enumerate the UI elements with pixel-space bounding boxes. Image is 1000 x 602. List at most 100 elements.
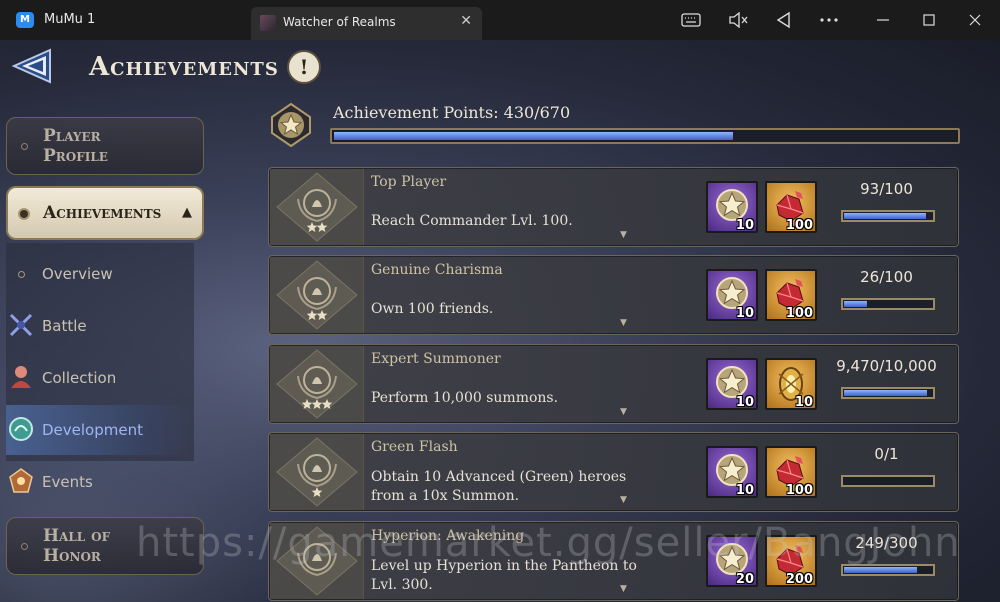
achievement-title: Top Player [371,174,447,190]
nav-player-profile-label: Player Profile [43,126,108,166]
achievement-progress-fill [844,390,927,396]
achievement-points-reward[interactable]: 10 [706,269,758,321]
chevron-down-icon[interactable]: ▼ [620,318,627,328]
achievement-row[interactable]: Genuine Charisma Own 100 friends. ▼ 10 100 26… [268,255,959,335]
tab-label: Watcher of Realms [283,15,396,29]
title-bar: M MuMu 1 Watcher of Realms ✕ [0,0,1000,40]
app-name: MuMu 1 [44,12,96,27]
achievement-description: Perform 10,000 summons. [371,390,559,406]
reward-amount: 10 [735,483,754,498]
laurel-emblem-icon [276,526,358,596]
reward-amount: 100 [785,483,813,498]
subnav-battle[interactable]: Battle [6,301,194,351]
achievement-row[interactable]: Top Player Reach Commander Lvl. 100. ▼ 10 10… [268,167,959,247]
reward-amount: 100 [785,218,813,233]
achievement-description: Level up Hyperion in the Pantheon to Lvl… [371,558,637,593]
achievement-progress-text: 249/300 [855,534,918,552]
reward-amount: 10 [735,218,754,233]
keyboard-icon[interactable] [680,9,702,31]
development-icon [9,417,33,441]
chevron-down-icon[interactable]: ▼ [620,230,627,240]
achievement-progress-fill [844,301,867,307]
overview-dot-icon [18,271,25,278]
achievement-points-reward[interactable]: 20 [706,535,758,587]
achievement-emblem [270,346,364,422]
laurel-emblem-icon [276,172,358,242]
achievement-description: Reach Commander Lvl. 100. [371,213,573,229]
subnav-development-label: Development [42,421,143,439]
nav-achievements-label: Achievements [43,203,162,223]
item-reward[interactable]: 100 [765,446,817,498]
collection-icon [11,366,31,388]
page-title: Achievements [89,52,279,82]
mute-icon[interactable] [727,9,749,31]
back-icon[interactable] [772,9,794,31]
crossed-swords-icon [9,313,33,337]
achievement-emblem [270,169,364,245]
reward-amount: 20 [735,572,754,587]
achievement-points-reward[interactable]: 10 [706,181,758,233]
chevron-down-icon[interactable]: ▼ [620,495,627,505]
achievement-points-fill [334,132,733,140]
achievement-points-bar [330,128,960,144]
achievement-row[interactable]: Hyperion: Awakening Level up Hyperion in … [268,521,959,601]
subnav-overview[interactable]: Overview [6,249,194,299]
laurel-emblem-icon [276,349,358,419]
points-label-text: Achievement Points: [333,103,499,122]
back-arrow-button[interactable] [10,46,58,86]
nav-achievements[interactable]: Achievements ▲ [6,186,204,240]
chevron-down-icon[interactable]: ▼ [620,584,627,594]
game-icon [260,15,276,31]
achievement-progress-bar [841,475,935,487]
subnav-events-label: Events [42,473,93,491]
achievement-progress-text: 0/1 [874,445,899,463]
subnav-collection-label: Collection [42,369,117,387]
reward-amount: 10 [735,395,754,410]
nav-active-dot-icon [18,208,30,220]
item-reward[interactable]: 100 [765,269,817,321]
achievement-row[interactable]: Green Flash Obtain 10 Advanced (Green) he… [268,432,959,512]
info-button[interactable]: ! [287,50,321,84]
achievement-description: Obtain 10 Advanced (Green) heroes from a… [371,469,627,504]
achievements-subnav: Overview Battle Collection Development E… [6,243,194,493]
achievement-progress-fill [844,213,926,219]
achievement-row[interactable]: Expert Summoner Perform 10,000 summons. ▼ 1… [268,344,959,424]
events-icon [9,468,33,493]
subnav-overview-label: Overview [42,265,113,283]
close-icon[interactable] [964,9,986,31]
subnav-collection[interactable]: Collection [6,353,194,403]
chevron-down-icon[interactable]: ▼ [620,407,627,417]
achievement-progress-bar [841,387,935,399]
achievement-progress-text: 9,470/10,000 [836,357,937,375]
laurel-emblem-icon [276,437,358,507]
reward-amount: 100 [785,306,813,321]
item-reward[interactable]: 10 [765,358,817,410]
achievement-progress-text: 93/100 [860,180,913,198]
achievement-emblem [270,523,364,599]
reward-amount: 10 [735,306,754,321]
achievement-emblem [270,257,364,333]
achievement-progress-bar [841,564,935,576]
achievement-progress-fill [844,567,917,573]
subnav-events[interactable]: Events [6,457,194,507]
achievement-title: Green Flash [371,439,458,455]
achievement-points-reward[interactable]: 10 [706,358,758,410]
achievement-points-label: Achievement Points: 430/670 [333,103,570,122]
item-reward[interactable]: 100 [765,181,817,233]
nav-hall-of-honor[interactable]: Hall of Honor [6,517,204,575]
nav-player-profile[interactable]: Player Profile [6,117,204,175]
minimize-icon[interactable] [872,9,894,31]
achievement-title: Genuine Charisma [371,262,503,278]
tab-watcher-of-realms[interactable]: Watcher of Realms ✕ [251,7,482,40]
mumu-logo-icon: M [16,12,34,28]
achievement-points-reward[interactable]: 10 [706,446,758,498]
maximize-icon[interactable] [918,9,940,31]
nav-hall-of-honor-label: Hall of Honor [43,526,111,566]
item-reward[interactable]: 200 [765,535,817,587]
achievement-title: Hyperion: Awakening [371,528,525,544]
tab-close-icon[interactable]: ✕ [460,13,472,29]
more-icon[interactable] [818,9,840,31]
subnav-development[interactable]: Development [6,405,194,455]
achievement-star-emblem-icon [271,102,311,148]
achievement-description: Own 100 friends. [371,301,494,317]
